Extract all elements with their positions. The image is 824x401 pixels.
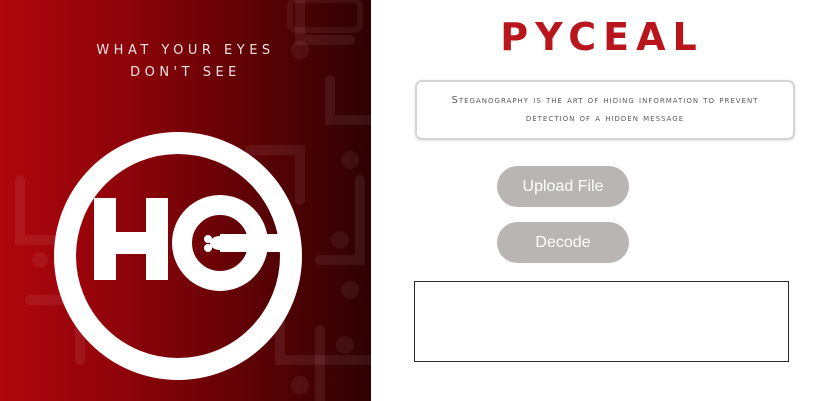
hero-panel: WHAT YOUR EYES DON'T SEE xyxy=(0,0,371,401)
description-text: Steganography is the art of hiding infor… xyxy=(451,95,759,124)
app-window: WHAT YOUR EYES DON'T SEE PYCEAL Steganog… xyxy=(0,0,824,401)
control-panel: PYCEAL Steganography is the art of hidin… xyxy=(371,0,824,401)
app-title: PYCEAL xyxy=(500,15,704,59)
decoded-output-field[interactable] xyxy=(414,281,789,362)
hc-logo-icon xyxy=(54,132,302,380)
upload-file-button[interactable]: Upload File xyxy=(497,166,629,207)
decode-button[interactable]: Decode xyxy=(497,222,629,263)
tagline: WHAT YOUR EYES DON'T SEE xyxy=(0,40,371,84)
tagline-line-1: WHAT YOUR EYES xyxy=(96,43,275,58)
tagline-line-2: DON'T SEE xyxy=(130,65,241,80)
description-box: Steganography is the art of hiding infor… xyxy=(415,80,795,140)
